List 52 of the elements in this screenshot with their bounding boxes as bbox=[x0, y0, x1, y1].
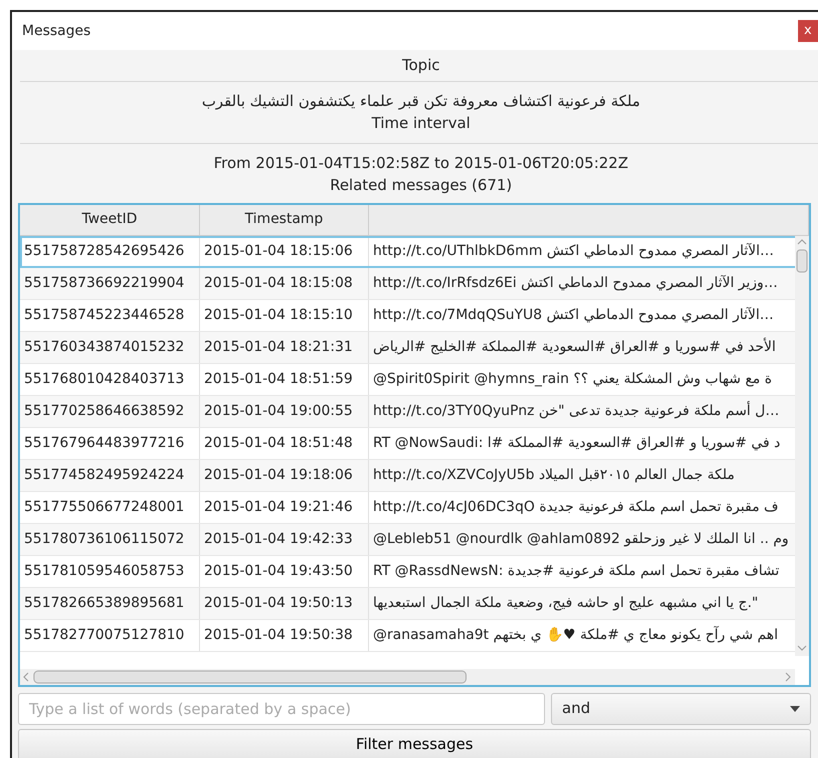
timestamp-cell-text: 2015-01-04 18:21:31 bbox=[204, 338, 353, 356]
timestamp-cell-text: 2015-01-04 19:50:13 bbox=[204, 594, 353, 612]
tweet-id-cell-text: 551780736106115072 bbox=[24, 530, 184, 548]
message-cell-text: http://t.co/XZVCoJyU5b ملكة جمال العالم ٢٠١٥قبل الميلاد bbox=[373, 466, 735, 484]
time-interval-label: Time interval bbox=[370, 113, 472, 134]
column-header[interactable]: TweetID bbox=[20, 204, 200, 234]
message-cell-text: ج يا اني مشبهه عليج او حاشه فيج، وضعية ملكة الجمال استبعديها." bbox=[373, 594, 758, 612]
time-interval-text: From 2015-01-04T15:02:58Z to 2015-01-06T20:05:22Z bbox=[212, 152, 630, 174]
tweet-id-cell-text: 551768010428403713 bbox=[24, 370, 184, 388]
message-cell-text: @Spirit0Spirit @hymns_rain ة مع شهاب وش المشكلة يعني ؟؟ bbox=[373, 370, 772, 388]
tweet-id-cell-text: 551760343874015232 bbox=[24, 338, 184, 356]
timestamp-cell-text: 2015-01-04 18:15:08 bbox=[204, 274, 353, 292]
tweet-id-cell-text: 551782770075127810 bbox=[24, 626, 184, 644]
timestamp-cell-text: 2015-01-04 19:18:06 bbox=[204, 466, 353, 484]
timestamp-cell-text: 2015-01-04 19:50:38 bbox=[204, 626, 353, 644]
message-cell-text: http://t.co/IrRfsdz6Ei وزير الآثار المصري ممدوح الدماطي اكتش… bbox=[373, 274, 778, 292]
message-cell-text: http://t.co/4cJ06DC3qO ف مقبرة تحمل اسم ملكة فرعونية جديدة bbox=[373, 498, 778, 516]
message-cell-text: RT @NowSaudi: د في #سوريا و #العراق #السعودية #المملكة #ا bbox=[373, 434, 780, 452]
column-header[interactable]: Timestamp bbox=[200, 204, 369, 234]
timestamp-cell-text: 2015-01-04 18:51:48 bbox=[204, 434, 353, 452]
tweet-id-cell-text: 551758745223446528 bbox=[24, 306, 184, 324]
message-cell-text: RT @RassdNewsN: تشاف مقبرة تحمل اسم ملكة فرعونية #جديدة bbox=[373, 562, 780, 580]
timestamp-cell-text: 2015-01-04 19:43:50 bbox=[204, 562, 353, 580]
tweet-id-cell-text: 551767964483977216 bbox=[24, 434, 184, 452]
message-cell-text: الأحد في #سوريا و #العراق #السعودية #المملكة #الخليج #الرياض bbox=[373, 336, 776, 356]
filter-words-field[interactable]: Type a list of words (separated by a space) bbox=[18, 692, 545, 724]
filter-messages-button[interactable]: Filter messages bbox=[18, 728, 811, 758]
close-button[interactable]: x bbox=[798, 20, 818, 42]
message-cell-text: @ranasamaha9t اهم شي رآح يكونو معاج ي #ملكة ♥✋ ي بختهم bbox=[373, 625, 778, 644]
tweet-id-cell-text: 551770258646638592 bbox=[24, 402, 184, 420]
related-messages-label: Related messages (671) bbox=[328, 175, 514, 196]
topic-label: Topic bbox=[401, 55, 441, 76]
message-cell-text: http://t.co/7MdqQSuYU8 الآثار المصري ممدوح الدماطي اكتش… bbox=[373, 306, 774, 324]
message-cell-text: http://t.co/UThlbkD6mm الآثار المصري ممدوح الدماطي اكتش… bbox=[373, 242, 774, 260]
timestamp-cell-text: 2015-01-04 19:42:33 bbox=[204, 530, 353, 548]
operator-dropdown[interactable]: and bbox=[551, 692, 811, 724]
message-cell-text: http://t.co/3TY0QyuPnz ل أسم ملكة فرعونية جديدة تدعى "خن… bbox=[373, 400, 780, 420]
window-title: Messages bbox=[22, 22, 91, 40]
tweet-id-cell-text: 551782665389895681 bbox=[24, 594, 184, 612]
timestamp-cell-text: 2015-01-04 18:15:10 bbox=[204, 306, 353, 324]
timestamp-cell-text: 2015-01-04 18:51:59 bbox=[204, 370, 353, 388]
tweet-id-cell-text: 551758728542695426 bbox=[24, 242, 184, 260]
dropdown-arrow-icon bbox=[790, 706, 800, 712]
timestamp-cell-text: 2015-01-04 19:00:55 bbox=[204, 402, 353, 420]
tweet-id-cell-text: 551758736692219904 bbox=[24, 274, 184, 292]
topic-text: ملكة فرعونية اكتشاف معروفة تكن قبر علماء يكتشفون التشيك بالقرب bbox=[200, 90, 642, 112]
tweet-id-cell-text: 551775506677248001 bbox=[24, 498, 184, 516]
message-cell-text: @Lebleb51 @nourdlk @ahlam0892 وم .. انا الملك لا غير وزحلقو bbox=[373, 530, 789, 548]
tweet-id-cell-text: 551774582495924224 bbox=[24, 466, 184, 484]
timestamp-cell-text: 2015-01-04 19:21:46 bbox=[204, 498, 353, 516]
timestamp-cell-text: 2015-01-04 18:15:06 bbox=[204, 242, 353, 260]
tweet-id-cell-text: 551781059546058753 bbox=[24, 562, 184, 580]
